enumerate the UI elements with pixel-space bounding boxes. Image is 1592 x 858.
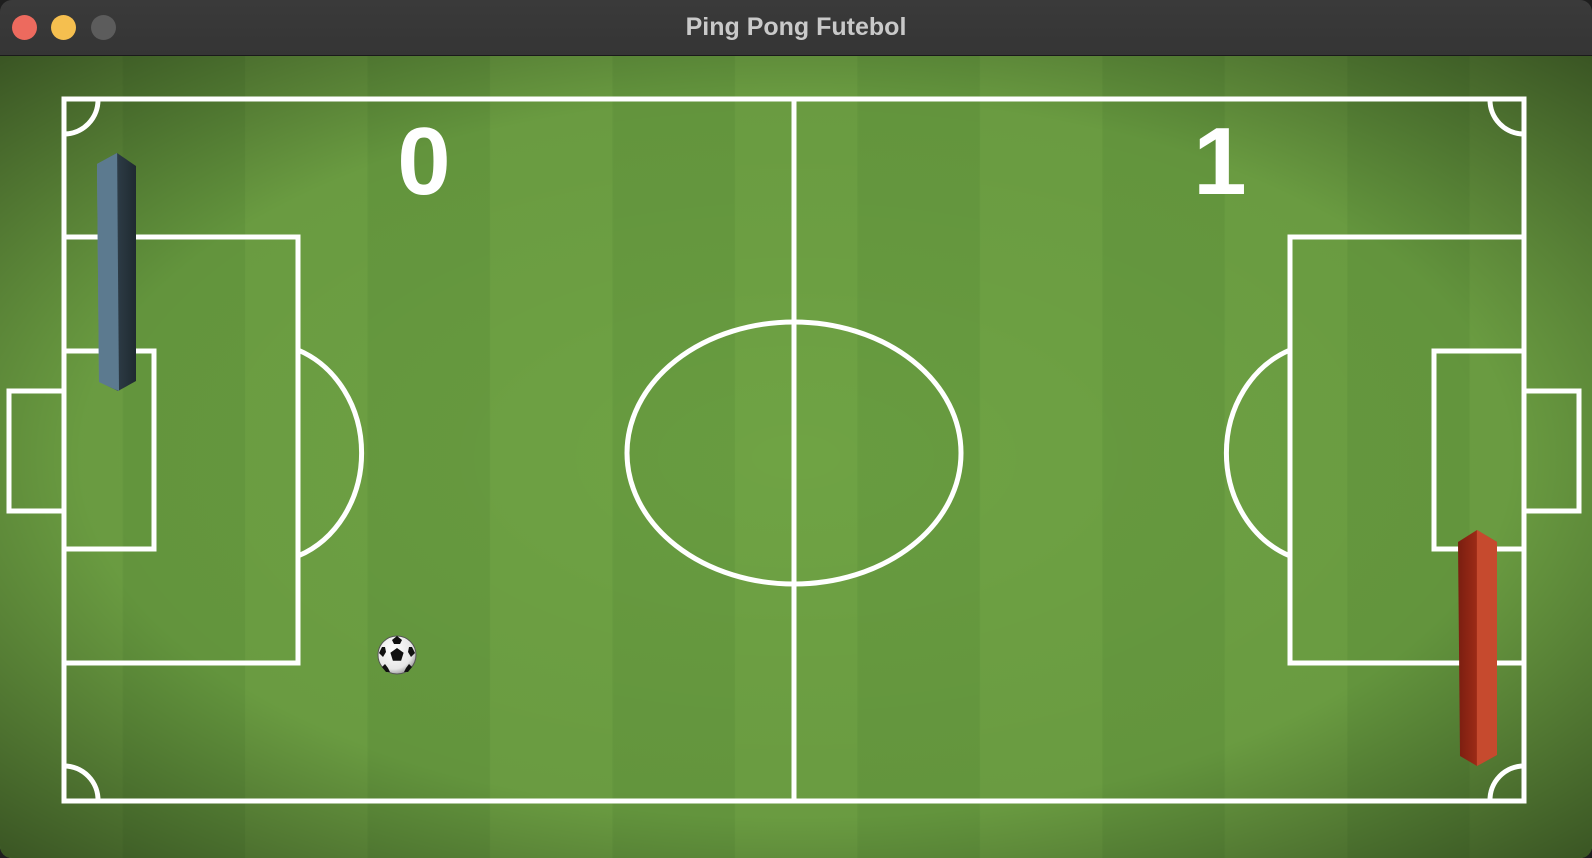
soccer-pitch: 0 1 xyxy=(0,56,1592,858)
game-canvas[interactable]: 0 1 xyxy=(0,56,1592,858)
score-right: 1 xyxy=(1193,108,1246,215)
window-title: Ping Pong Futebol xyxy=(685,13,907,41)
title-bar[interactable]: Ping Pong Futebol xyxy=(0,0,1592,56)
soccer-ball xyxy=(377,635,417,675)
score-left: 0 xyxy=(397,108,450,215)
game-window: Ping Pong Futebol 0 1 xyxy=(0,0,1592,858)
paddle-right xyxy=(1458,530,1497,766)
paddle-left xyxy=(97,153,136,391)
